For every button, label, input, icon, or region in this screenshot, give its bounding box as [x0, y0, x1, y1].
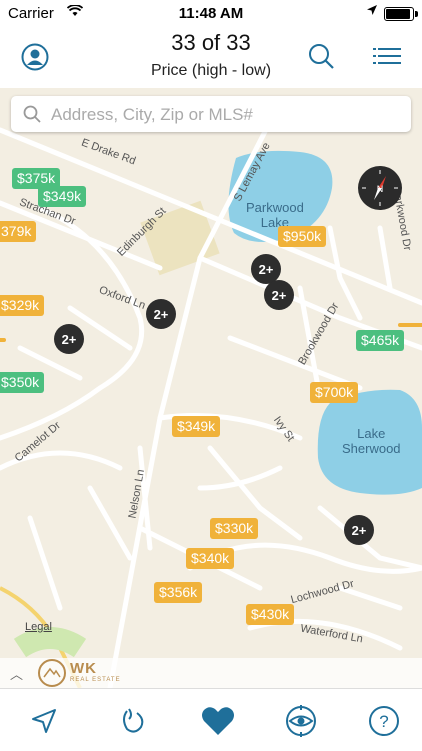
price-marker[interactable]: $700k	[310, 382, 359, 403]
compass-button[interactable]: N	[358, 166, 402, 210]
bottom-toolbar: ?	[0, 688, 422, 751]
legal-link[interactable]: Legal	[25, 621, 52, 633]
favorites-button[interactable]	[200, 703, 236, 739]
map-view[interactable]: E Drake Rd S Lemay Ave Strachan Dr Edinb…	[0, 88, 422, 688]
brand-logo-icon	[38, 659, 66, 687]
results-count-title: 33 of 33	[171, 30, 251, 55]
location-arrow-icon	[366, 4, 378, 19]
brand-name: WK	[70, 660, 97, 677]
price-marker[interactable]: $430k	[246, 604, 295, 625]
clock: 11:48 AM	[178, 5, 244, 22]
price-marker[interactable]: $350k	[0, 372, 45, 393]
location-arrow-icon	[32, 709, 56, 733]
cluster-marker[interactable]: 2+	[146, 299, 176, 329]
brand-bar: ︿ WK REAL ESTATE	[0, 658, 422, 688]
current-location-button[interactable]	[26, 703, 62, 739]
compass-icon: N	[362, 170, 398, 206]
lasso-icon	[123, 708, 144, 733]
price-marker-clipped[interactable]	[398, 323, 422, 327]
lake-label: Lake Sherwood	[342, 426, 401, 456]
search-input[interactable]	[49, 96, 403, 134]
list-icon	[373, 48, 401, 64]
search-icon	[309, 44, 334, 69]
price-marker[interactable]: $356k	[154, 582, 203, 603]
status-bar: Carrier 11:48 AM	[0, 0, 422, 26]
header: 33 of 33 Price (high - low)	[0, 26, 422, 88]
chevron-up-icon[interactable]: ︿	[10, 664, 23, 683]
brand-tagline: REAL ESTATE	[70, 677, 121, 683]
search-bar	[11, 96, 411, 134]
price-marker-clipped[interactable]	[0, 338, 6, 342]
price-marker[interactable]: $329k	[0, 295, 45, 316]
search-button[interactable]	[303, 38, 339, 74]
search-icon	[23, 105, 41, 123]
draw-search-button[interactable]	[115, 703, 151, 739]
cluster-marker[interactable]: 2+	[264, 280, 294, 310]
help-button[interactable]: ?	[366, 703, 402, 739]
price-marker[interactable]: $349k	[38, 186, 87, 207]
battery-icon	[384, 7, 418, 21]
price-marker[interactable]: 379k	[0, 221, 37, 242]
cluster-marker[interactable]: 2+	[344, 515, 374, 545]
price-marker[interactable]: $950k	[278, 226, 327, 247]
price-marker[interactable]: $349k	[172, 416, 221, 437]
price-marker[interactable]: $330k	[210, 518, 259, 539]
list-view-button[interactable]	[369, 38, 405, 74]
price-marker[interactable]: $340k	[186, 548, 235, 569]
sort-order-label[interactable]: Price (high - low)	[0, 62, 422, 80]
cluster-marker[interactable]: 2+	[54, 324, 84, 354]
help-icon: ?	[369, 706, 399, 736]
svg-text:N: N	[377, 184, 384, 194]
svg-text:?: ?	[379, 712, 388, 731]
watch-area-button[interactable]	[283, 703, 319, 739]
heart-icon	[202, 707, 234, 735]
price-marker[interactable]: $465k	[356, 330, 405, 351]
target-eye-icon	[286, 705, 316, 737]
